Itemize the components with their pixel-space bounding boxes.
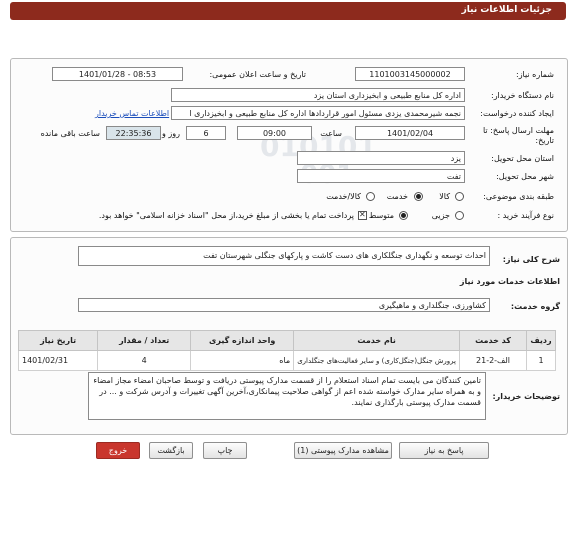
cell-unit: ماه	[190, 350, 295, 371]
need-number-label: شماره نیاز:	[516, 70, 554, 79]
category-label: طبقه بندی موضوعی:	[483, 192, 554, 201]
purchase-process-label: نوع فرآیند خرید :	[497, 211, 554, 220]
view-attachments-button[interactable]: مشاهده مدارک پیوستی (1)	[294, 442, 392, 459]
cell-service-code: الف-2-21	[459, 350, 527, 371]
general-desc-label: شرح کلی نیاز:	[502, 255, 560, 264]
reply-deadline-label: مهلت ارسال پاسخ: تا	[482, 126, 554, 135]
services-table: ردیف کد خدمت نام خدمت واحد اندازه گیری ت…	[17, 330, 556, 371]
remaining-label: ساعت باقی مانده	[40, 129, 100, 138]
back-button[interactable]: بازگشت	[149, 442, 193, 459]
col-need-date: تاریخ نیاز	[17, 330, 99, 351]
process-jozii-radio[interactable]	[455, 211, 464, 220]
deadline-time-field: 09:00	[237, 126, 312, 140]
city-field: تفت	[297, 169, 465, 183]
days-remaining-field: 6	[186, 126, 226, 140]
service-group-field: کشاورزی، جنگلداری و ماهیگیری	[78, 298, 490, 312]
print-button[interactable]: چاپ	[203, 442, 247, 459]
province-label: استان محل تحویل:	[491, 154, 554, 163]
requester-field: نجمه شیرمحمدی یزدی مسئول امور قراردادها …	[171, 106, 465, 120]
table-row: 1 الف-2-21 پرورش جنگل(جنگل‌کاری) و سایر …	[17, 350, 556, 371]
cell-quantity: 4	[97, 350, 192, 371]
announce-datetime-label: تاریخ و ساعت اعلان عمومی:	[209, 70, 306, 79]
announce-datetime-field: 1401/01/28 - 08:53	[52, 67, 183, 81]
category-kala-radio[interactable]	[455, 192, 464, 201]
cell-row-number: 1	[526, 350, 556, 371]
service-group-label: گروه خدمت:	[510, 302, 560, 311]
buyer-notes-field: تامین کنندگان می بایست تمام اسناد استعلا…	[88, 372, 486, 420]
category-khedmat-label: خدمت	[386, 192, 408, 201]
col-row-number: ردیف	[526, 330, 556, 351]
deadline-hour-label: ساعت	[320, 129, 342, 138]
col-service-code: کد خدمت	[459, 330, 527, 351]
table-header-row: ردیف کد خدمت نام خدمت واحد اندازه گیری ت…	[17, 330, 556, 351]
reply-deadline-label-2: تاریخ:	[535, 136, 554, 145]
exit-button[interactable]: خروج	[96, 442, 140, 459]
need-info-panel	[10, 58, 568, 232]
treasury-payment-note: پرداخت تمام یا بخشی از مبلغ خرید،از محل …	[98, 211, 354, 220]
day-and-label: روز و	[162, 129, 180, 138]
col-quantity: تعداد / مقدار	[97, 330, 192, 351]
requester-label: ایجاد کننده درخواست:	[480, 109, 554, 118]
general-desc-field: احداث توسعه و نگهداری جنگلکاری های دست ک…	[78, 246, 490, 266]
buyer-org-field: اداره کل منابع طبیعی و ابخیزداری استان ی…	[171, 88, 465, 102]
category-kala-label: کالا	[439, 192, 450, 201]
category-kala-khedmat-radio[interactable]	[366, 192, 375, 201]
page-title: جزئیات اطلاعات نیاز	[461, 5, 552, 15]
cell-need-date: 1401/02/31	[17, 350, 99, 371]
col-service-name: نام خدمت	[293, 330, 460, 351]
reply-to-need-button[interactable]: پاسخ به نیاز	[399, 442, 489, 459]
city-label: شهر محل تحویل:	[496, 172, 554, 181]
countdown-field: 22:35:36	[106, 126, 161, 140]
process-motavasset-radio[interactable]	[399, 211, 408, 220]
buyer-contact-link[interactable]: اطلاعات تماس خریدار	[95, 109, 169, 118]
cell-service-name: پرورش جنگل(جنگل‌کاری) و سایر فعالیت‌های …	[293, 350, 460, 371]
treasury-payment-checkbox[interactable]	[358, 210, 367, 220]
need-number-field: 1101003145000002	[355, 67, 465, 81]
buyer-org-label: نام دستگاه خریدار:	[491, 91, 554, 100]
category-kala-khedmat-label: کالا/خدمت	[326, 192, 361, 201]
process-jozii-label: جزیی	[431, 211, 450, 220]
province-field: یزد	[297, 151, 465, 165]
category-khedmat-radio[interactable]	[414, 192, 423, 201]
process-motavasset-label: متوسط	[368, 211, 394, 220]
col-unit: واحد اندازه گیری	[190, 330, 295, 351]
buyer-notes-label: توضیحات خریدار:	[492, 392, 560, 401]
services-info-title: اطلاعات خدمات مورد نیاز	[459, 277, 560, 286]
deadline-date-field: 1401/02/04	[355, 126, 465, 140]
title-bar: جزئیات اطلاعات نیاز	[10, 2, 566, 20]
